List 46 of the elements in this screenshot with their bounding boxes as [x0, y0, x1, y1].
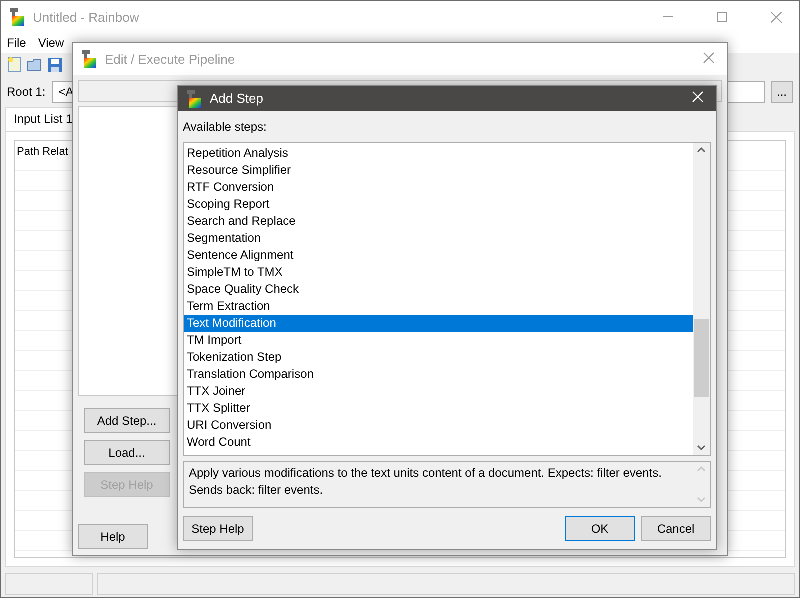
- list-item[interactable]: Scoping Report: [184, 196, 693, 213]
- help-button[interactable]: Help: [78, 524, 148, 549]
- list-item[interactable]: Term Extraction: [184, 298, 693, 315]
- list-item[interactable]: TTX Joiner: [184, 383, 693, 400]
- ok-button[interactable]: OK: [565, 516, 635, 541]
- menu-item[interactable]: View: [38, 36, 64, 50]
- app-icon: [186, 90, 202, 108]
- scroll-up-icon[interactable]: [697, 147, 706, 153]
- pipeline-list[interactable]: [78, 106, 178, 396]
- list-item[interactable]: Text Modification: [184, 315, 693, 332]
- list-label: Available steps:: [183, 119, 268, 136]
- steps-list[interactable]: [183, 142, 711, 456]
- list-item[interactable]: Search and Replace: [184, 213, 693, 230]
- scrollbar-thumb[interactable]: [694, 319, 709, 397]
- maximize-icon[interactable]: [717, 12, 727, 22]
- open-folder-icon[interactable]: [27, 57, 43, 73]
- list-item[interactable]: URI Conversion: [184, 417, 693, 434]
- list-item[interactable]: Translation Comparison: [184, 366, 693, 383]
- scrollbar[interactable]: [693, 143, 710, 455]
- list-item[interactable]: Repetition Analysis: [184, 145, 693, 162]
- dialog-title: Edit / Execute Pipeline: [105, 52, 236, 66]
- list-item[interactable]: Tokenization Step: [184, 349, 693, 366]
- pipeline-button[interactable]: Load...: [84, 440, 170, 465]
- list-item[interactable]: Sentence Alignment: [184, 247, 693, 264]
- new-file-icon[interactable]: [7, 57, 23, 73]
- list-item[interactable]: TTX Splitter: [184, 400, 693, 417]
- list-item[interactable]: SimpleTM to TMX: [184, 264, 693, 281]
- app-icon: [81, 50, 97, 68]
- app-icon: [9, 8, 25, 26]
- step-help-button[interactable]: Step Help: [183, 516, 253, 541]
- menu-item[interactable]: File: [7, 36, 26, 50]
- description-text: Apply various modifications to the text units content of a document. Expects: filter events. Sends back: filter events.: [188, 465, 663, 499]
- list-item[interactable]: Word Count: [184, 434, 693, 451]
- list-item[interactable]: Space Quality Check: [184, 281, 693, 298]
- window-title: Untitled - Rainbow: [33, 10, 140, 24]
- list-item[interactable]: TM Import: [184, 332, 693, 349]
- list-item[interactable]: Resource Simplifier: [184, 162, 693, 179]
- save-icon[interactable]: [47, 57, 63, 73]
- dialog-title: Add Step: [210, 91, 264, 106]
- browse-button[interactable]: ...: [771, 81, 793, 103]
- list-item[interactable]: RTF Conversion: [184, 179, 693, 196]
- scroll-down-icon[interactable]: [697, 445, 706, 451]
- pipeline-button[interactable]: Add Step...: [84, 408, 170, 433]
- list-item[interactable]: Segmentation: [184, 230, 693, 247]
- root-label: Root 1:: [7, 85, 46, 99]
- cancel-button[interactable]: Cancel: [641, 516, 711, 541]
